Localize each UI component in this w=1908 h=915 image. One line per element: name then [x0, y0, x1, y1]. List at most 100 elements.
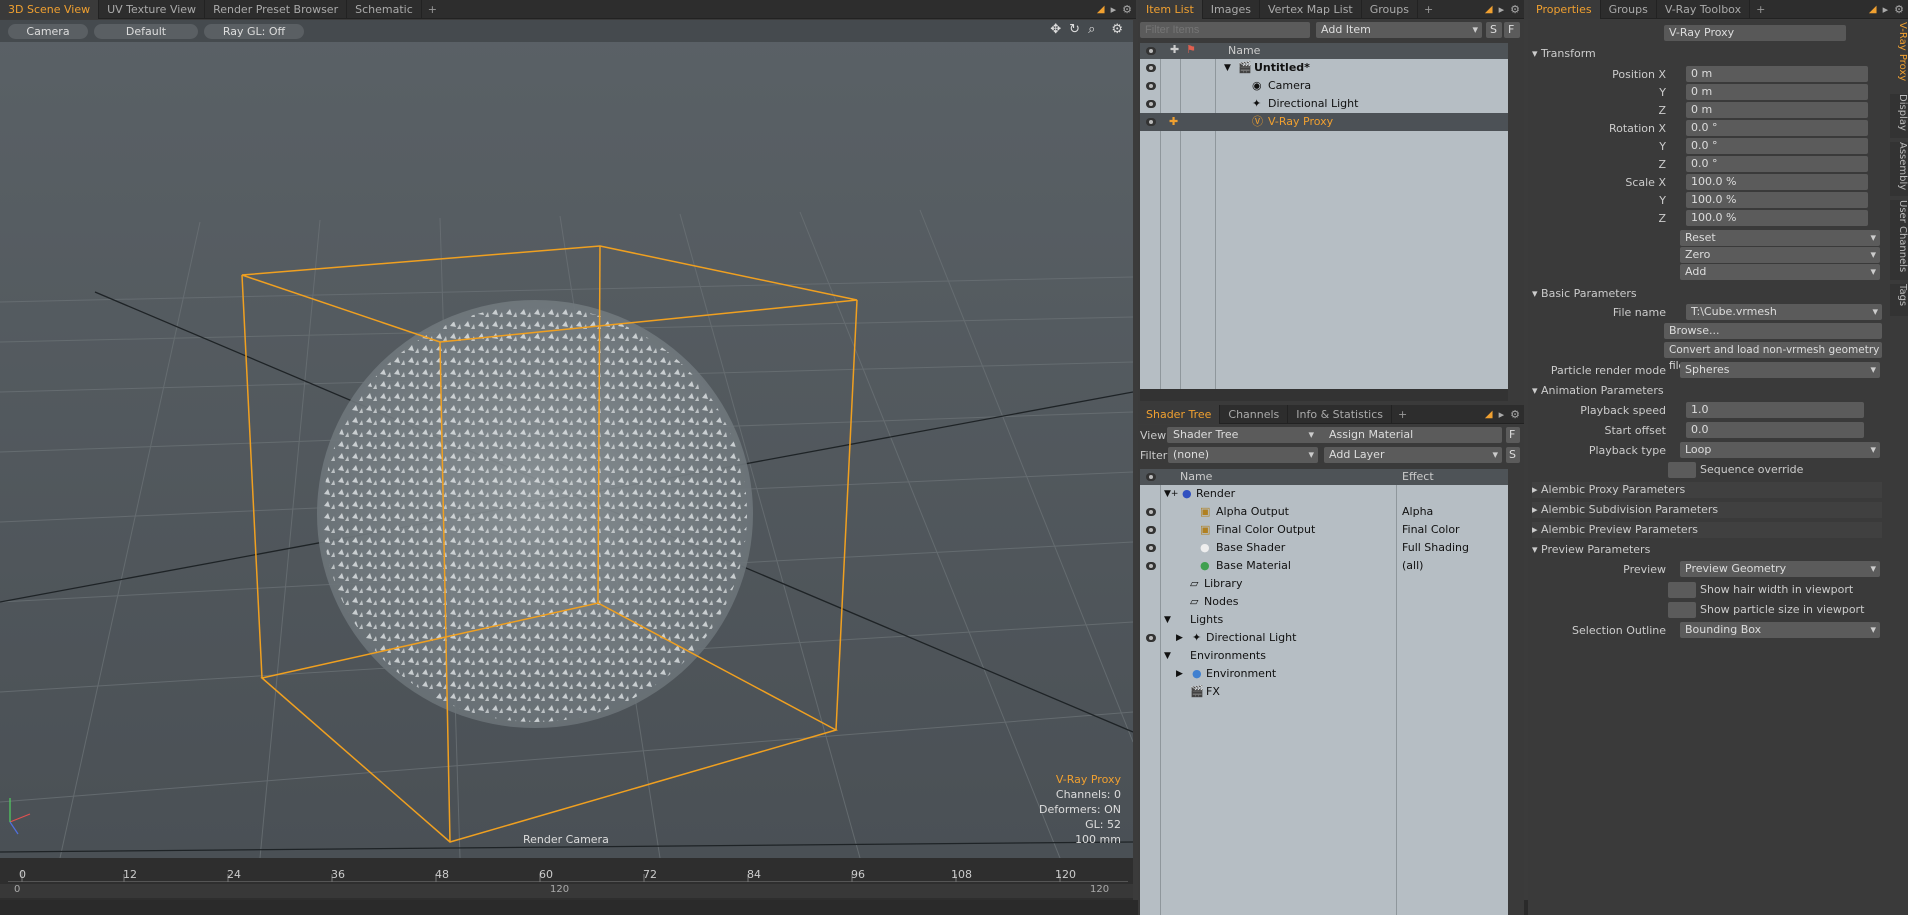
expand-arrow-icon[interactable]: ▼+ [1164, 485, 1178, 503]
show-particle-size-checkbox[interactable] [1668, 602, 1696, 618]
col-name-header[interactable]: Name [1228, 44, 1260, 57]
tree-row-untitled[interactable]: ▼ 🎬 Untitled* [1140, 59, 1508, 77]
add-layer-dropdown[interactable]: Add Layer ▾ [1324, 447, 1502, 463]
tab-channels[interactable]: Channels [1220, 404, 1289, 424]
grip-icon[interactable]: ◢ [1485, 409, 1493, 420]
grip-icon[interactable]: ◢ [1869, 4, 1877, 15]
f-button[interactable]: F [1506, 427, 1520, 443]
shader-row-environment[interactable]: ▶ ● Environment [1140, 665, 1508, 683]
vertical-scrollbar[interactable] [1510, 43, 1522, 389]
tree-row-camera[interactable]: ◉ Camera [1140, 77, 1508, 95]
range-start[interactable]: 0 [14, 884, 20, 895]
section-alembic-subdivision[interactable]: ▸ Alembic Subdivision Parameters [1532, 502, 1882, 518]
add-tab-button[interactable]: + [1418, 0, 1439, 19]
add-dropdown[interactable]: Add ▾ [1680, 264, 1880, 280]
tab-3d-scene-view[interactable]: 3D Scene View [0, 0, 100, 19]
eye-icon[interactable] [1146, 544, 1156, 552]
col-effect-header[interactable]: Effect [1402, 470, 1434, 483]
section-alembic-preview[interactable]: ▸ Alembic Preview Parameters [1532, 522, 1882, 538]
tab-item-list[interactable]: Item List [1138, 0, 1203, 19]
tab-schematic[interactable]: Schematic [347, 0, 422, 19]
section-basic-parameters[interactable]: ▾ Basic Parameters [1532, 286, 1882, 302]
raygl-button[interactable]: Ray GL: Off [204, 23, 304, 39]
position-y-field[interactable]: 0 m [1686, 84, 1868, 100]
add-tab-button[interactable]: + [1750, 0, 1771, 19]
tab-info-statistics[interactable]: Info & Statistics [1288, 404, 1392, 424]
scale-y-field[interactable]: 100.0 % [1686, 192, 1868, 208]
tab-shader-tree[interactable]: Shader Tree [1138, 404, 1221, 424]
shader-row-fx[interactable]: 🎬 FX [1140, 683, 1508, 701]
tab-groups[interactable]: Groups [1601, 0, 1657, 19]
eye-icon[interactable] [1146, 526, 1156, 534]
section-animation-parameters[interactable]: ▾ Animation Parameters [1532, 383, 1882, 399]
assign-material-button[interactable]: Assign Material [1324, 427, 1502, 443]
eye-icon[interactable] [1146, 64, 1156, 72]
position-x-field[interactable]: 0 m [1686, 66, 1868, 82]
show-hair-width-checkbox[interactable] [1668, 582, 1696, 598]
name-field[interactable]: V-Ray Proxy [1664, 25, 1846, 41]
lock-icon[interactable]: ✚ [1169, 113, 1178, 131]
eye-icon[interactable] [1146, 100, 1156, 108]
rotation-y-field[interactable]: 0.0 ° [1686, 138, 1868, 154]
scale-z-field[interactable]: 100.0 % [1686, 210, 1868, 226]
view-value[interactable]: Shader Tree ▾ [1168, 427, 1318, 443]
tree-row-directional-light[interactable]: ✦ Directional Light [1140, 95, 1508, 113]
expand-arrow-icon[interactable]: ▼ [1164, 647, 1171, 665]
expand-arrow-icon[interactable]: ▼ [1224, 59, 1231, 77]
eye-icon[interactable] [1146, 82, 1156, 90]
horizontal-scrollbar[interactable] [1140, 389, 1508, 401]
tab-images[interactable]: Images [1203, 0, 1260, 19]
shader-row-environments[interactable]: ▼ Environments [1140, 647, 1508, 665]
gear-icon[interactable]: ⚙ [1510, 408, 1520, 421]
col-name-header[interactable]: Name [1180, 470, 1212, 483]
tree-row-vray-proxy[interactable]: ✚ Ⓥ V-Ray Proxy [1140, 113, 1508, 131]
playback-speed-field[interactable]: 1.0 [1686, 402, 1864, 418]
selection-outline-dropdown[interactable]: Bounding Box ▾ [1680, 622, 1880, 638]
browse-button[interactable]: Browse... [1664, 323, 1882, 339]
s-button[interactable]: S [1486, 22, 1502, 38]
3d-viewport[interactable]: Camera Default Ray GL: Off ✥ ↻ ⌕ ⚙ V-Ray… [0, 20, 1133, 858]
gear-icon[interactable]: ⚙ [1894, 3, 1904, 16]
tab-uv-texture-view[interactable]: UV Texture View [99, 0, 206, 19]
camera-button[interactable]: Camera [8, 23, 88, 39]
tab-vertex-map-list[interactable]: Vertex Map List [1260, 0, 1362, 19]
side-tab-assembly[interactable]: Assembly [1890, 142, 1908, 196]
preview-dropdown[interactable]: Preview Geometry ▾ [1680, 561, 1880, 577]
eye-icon[interactable] [1146, 562, 1156, 570]
shader-row-library[interactable]: ▱ Library [1140, 575, 1508, 593]
menu-arrow-icon[interactable]: ▸ [1499, 3, 1505, 16]
filter-items-input[interactable] [1140, 22, 1310, 38]
eye-icon[interactable] [1146, 508, 1156, 516]
shader-row-final-color[interactable]: ▣ Final Color Output Final Color [1140, 521, 1508, 539]
particle-render-mode-dropdown[interactable]: Spheres ▾ [1680, 362, 1880, 378]
shader-row-base-material[interactable]: ● Base Material (all) [1140, 557, 1508, 575]
expand-arrow-icon[interactable]: ▼ [1164, 611, 1171, 629]
menu-arrow-icon[interactable]: ▸ [1499, 408, 1505, 421]
range-end[interactable]: 120 [1090, 884, 1109, 895]
zoom-view-icon[interactable]: ⌕ [1088, 22, 1095, 37]
tab-groups[interactable]: Groups [1362, 0, 1418, 19]
shading-default-button[interactable]: Default [94, 23, 198, 39]
scale-x-field[interactable]: 100.0 % [1686, 174, 1868, 190]
filter-dropdown[interactable]: (none) ▾ [1168, 447, 1318, 463]
viewport-gear-icon[interactable]: ⚙ [1111, 22, 1123, 37]
side-tab-display[interactable]: Display [1890, 94, 1908, 138]
shader-row-alpha-output[interactable]: ▣ Alpha Output Alpha [1140, 503, 1508, 521]
menu-arrow-icon[interactable]: ▸ [1111, 3, 1117, 16]
eye-icon[interactable] [1146, 634, 1156, 642]
section-transform[interactable]: ▾ Transform [1532, 46, 1882, 62]
zero-dropdown[interactable]: Zero ▾ [1680, 247, 1880, 263]
grip-icon[interactable]: ◢ [1097, 4, 1105, 15]
position-z-field[interactable]: 0 m [1686, 102, 1868, 118]
side-tab-tags[interactable]: Tags [1890, 284, 1908, 316]
timeline[interactable]: 0 12 24 36 48 60 72 84 96 108 120 0 120 … [0, 858, 1133, 900]
convert-button[interactable]: Convert and load non-vrmesh geometry fil… [1664, 342, 1882, 372]
section-preview-parameters[interactable]: ▾ Preview Parameters [1532, 542, 1882, 558]
f-button[interactable]: F [1504, 22, 1520, 38]
menu-arrow-icon[interactable]: ▸ [1883, 3, 1889, 16]
expand-arrow-icon[interactable]: ▶ [1176, 629, 1183, 647]
shader-row-directional-light[interactable]: ▶ ✦ Directional Light [1140, 629, 1508, 647]
side-tab-user-channels[interactable]: User Channels [1890, 200, 1908, 280]
add-item-dropdown[interactable]: Add Item ▾ [1316, 22, 1482, 38]
section-alembic-proxy[interactable]: ▸ Alembic Proxy Parameters [1532, 482, 1882, 498]
